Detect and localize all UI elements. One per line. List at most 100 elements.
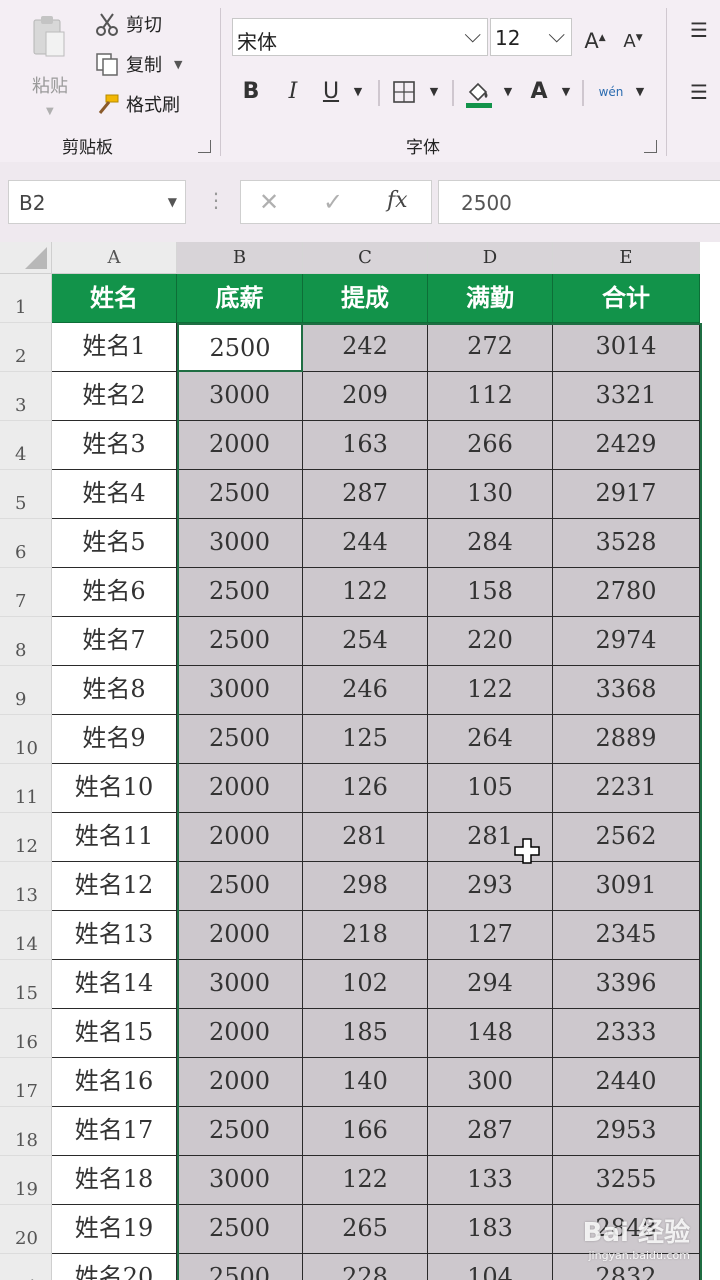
table-cell[interactable]: 2000 (177, 1009, 303, 1058)
table-cell[interactable]: 3396 (553, 960, 700, 1009)
table-cell[interactable]: 126 (303, 764, 428, 813)
chevron-down-icon[interactable]: ▼ (500, 76, 516, 108)
table-cell[interactable]: 287 (428, 1107, 553, 1156)
row-header-2[interactable]: 2 (0, 323, 52, 372)
table-cell[interactable]: 2231 (553, 764, 700, 813)
borders-button[interactable] (390, 76, 418, 108)
table-cell[interactable]: 105 (428, 764, 553, 813)
row-header-15[interactable]: 15 (0, 960, 52, 1009)
table-cell[interactable]: 2500 (177, 862, 303, 911)
table-cell[interactable]: 166 (303, 1107, 428, 1156)
table-cell[interactable]: 281 (303, 813, 428, 862)
table-cell[interactable]: 3368 (553, 666, 700, 715)
name-cell[interactable]: 姓名5 (52, 519, 177, 568)
table-cell[interactable]: 2500 (177, 568, 303, 617)
table-cell[interactable]: 130 (428, 470, 553, 519)
row-header-7[interactable]: 7 (0, 568, 52, 617)
table-cell[interactable]: 2974 (553, 617, 700, 666)
table-cell[interactable]: 2917 (553, 470, 700, 519)
table-cell[interactable]: 3000 (177, 666, 303, 715)
chevron-down-icon[interactable]: ⌵ (464, 23, 481, 48)
table-cell[interactable]: 2000 (177, 911, 303, 960)
row-header-17[interactable]: 17 (0, 1058, 52, 1107)
column-header-d[interactable]: D (428, 242, 553, 274)
table-cell[interactable]: 218 (303, 911, 428, 960)
table-cell[interactable]: 266 (428, 421, 553, 470)
name-cell[interactable]: 姓名14 (52, 960, 177, 1009)
table-cell[interactable]: 244 (303, 519, 428, 568)
table-cell[interactable]: 3321 (553, 372, 700, 421)
row-header-1[interactable]: 1 (0, 274, 52, 323)
table-cell[interactable]: 2345 (553, 911, 700, 960)
table-cell[interactable]: 133 (428, 1156, 553, 1205)
table-cell[interactable]: 127 (428, 911, 553, 960)
chevron-down-icon[interactable]: ▼ (168, 195, 177, 209)
chevron-down-icon[interactable]: ▼ (426, 76, 442, 108)
clipboard-dialog-launcher[interactable] (198, 140, 211, 153)
table-cell[interactable]: 104 (428, 1254, 553, 1280)
header-cell[interactable]: 提成 (303, 274, 428, 323)
name-box[interactable]: B2 ▼ (8, 180, 186, 224)
shrink-font-button[interactable]: A▼ (620, 22, 646, 54)
font-name-select[interactable]: 宋体 ⌵ (232, 18, 488, 56)
table-cell[interactable]: 3091 (553, 862, 700, 911)
table-cell[interactable]: 2000 (177, 764, 303, 813)
select-all-corner[interactable] (0, 242, 52, 274)
table-cell[interactable]: 265 (303, 1205, 428, 1254)
table-cell[interactable]: 2500 (177, 1254, 303, 1280)
row-header-20[interactable]: 20 (0, 1205, 52, 1254)
table-cell[interactable]: 2889 (553, 715, 700, 764)
phonetic-button[interactable]: wén (594, 76, 628, 108)
table-cell[interactable]: 148 (428, 1009, 553, 1058)
table-cell[interactable]: 2500 (177, 617, 303, 666)
table-cell[interactable]: 2780 (553, 568, 700, 617)
header-cell[interactable]: 合计 (553, 274, 700, 323)
name-cell[interactable]: 姓名9 (52, 715, 177, 764)
name-cell[interactable]: 姓名11 (52, 813, 177, 862)
row-header-21[interactable]: 21 (0, 1254, 52, 1280)
chevron-down-icon[interactable]: ▼ (632, 76, 648, 108)
row-header-11[interactable]: 11 (0, 764, 52, 813)
name-cell[interactable]: 姓名1 (52, 323, 177, 372)
table-cell[interactable]: 300 (428, 1058, 553, 1107)
grow-font-button[interactable]: A▲ (582, 22, 608, 54)
copy-button[interactable]: 复制 ▼ (94, 50, 182, 78)
table-cell[interactable]: 264 (428, 715, 553, 764)
font-dialog-launcher[interactable] (644, 140, 657, 153)
table-cell[interactable]: 102 (303, 960, 428, 1009)
table-cell[interactable]: 122 (428, 666, 553, 715)
row-header-18[interactable]: 18 (0, 1107, 52, 1156)
table-cell[interactable]: 112 (428, 372, 553, 421)
table-cell[interactable]: 228 (303, 1254, 428, 1280)
table-cell[interactable]: 125 (303, 715, 428, 764)
more-icon[interactable]: ⋮ (206, 188, 226, 212)
table-cell[interactable]: 242 (303, 323, 428, 372)
table-cell[interactable]: 272 (428, 323, 553, 372)
row-header-13[interactable]: 13 (0, 862, 52, 911)
table-cell[interactable]: 209 (303, 372, 428, 421)
table-cell[interactable]: 2953 (553, 1107, 700, 1156)
row-header-8[interactable]: 8 (0, 617, 52, 666)
table-cell[interactable]: 3000 (177, 1156, 303, 1205)
column-header-c[interactable]: C (303, 242, 428, 274)
table-cell[interactable]: 3255 (553, 1156, 700, 1205)
chevron-down-icon[interactable]: ▼ (174, 58, 182, 71)
header-cell[interactable]: 满勤 (428, 274, 553, 323)
underline-button[interactable]: U (318, 76, 344, 108)
name-cell[interactable]: 姓名12 (52, 862, 177, 911)
table-cell[interactable]: 298 (303, 862, 428, 911)
table-cell[interactable]: 2000 (177, 813, 303, 862)
column-header-b[interactable]: B (177, 242, 303, 274)
table-cell[interactable]: 183 (428, 1205, 553, 1254)
table-cell[interactable]: 284 (428, 519, 553, 568)
table-cell[interactable]: 122 (303, 568, 428, 617)
table-cell[interactable]: 2440 (553, 1058, 700, 1107)
table-cell[interactable]: 122 (303, 1156, 428, 1205)
font-size-select[interactable]: 12 ⌵ (490, 18, 572, 56)
confirm-icon[interactable]: ✓ (323, 188, 343, 216)
row-header-9[interactable]: 9 (0, 666, 52, 715)
name-cell[interactable]: 姓名15 (52, 1009, 177, 1058)
row-header-5[interactable]: 5 (0, 470, 52, 519)
table-cell[interactable]: 293 (428, 862, 553, 911)
align-top-button[interactable]: ☰ (684, 14, 714, 46)
